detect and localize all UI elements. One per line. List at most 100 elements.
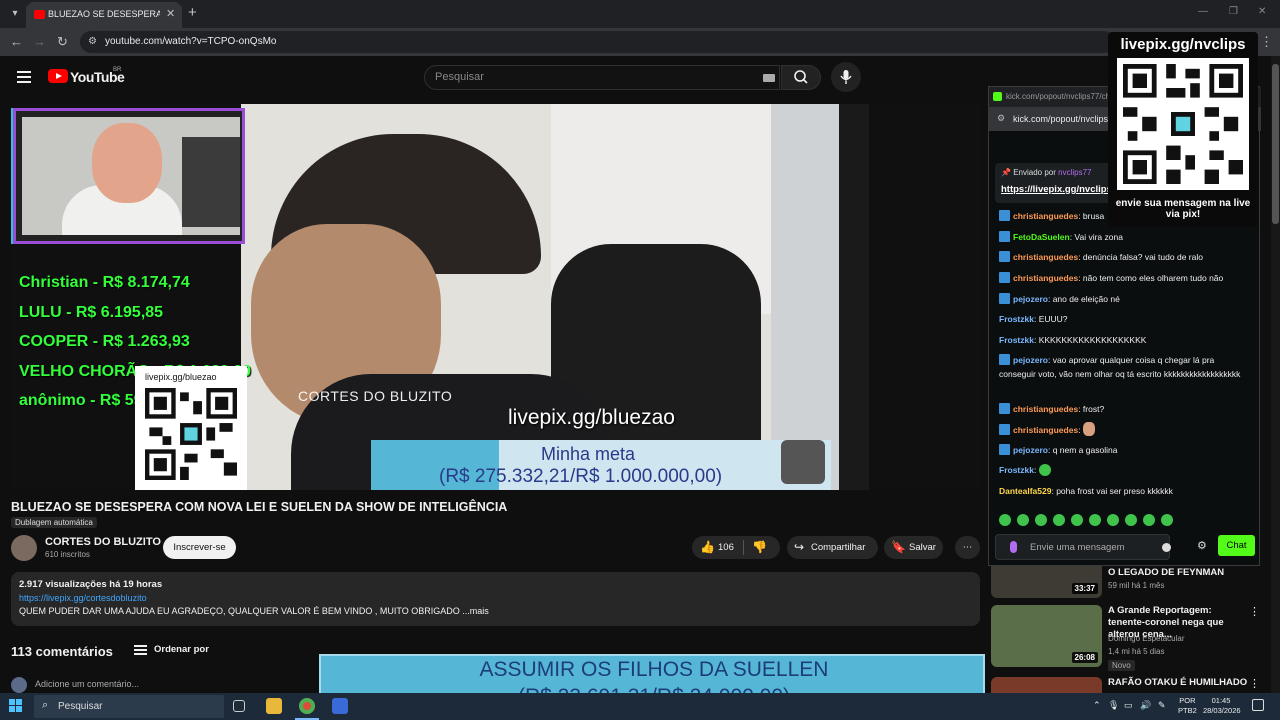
sort-button[interactable]: Ordenar por: [154, 644, 209, 655]
reload-icon[interactable]: ↻: [57, 34, 68, 50]
chat-send-button[interactable]: Chat: [1218, 535, 1255, 556]
chat-message-input[interactable]: Envie uma mensagem: [995, 534, 1171, 560]
emote-icon[interactable]: [1089, 514, 1101, 526]
chat-username[interactable]: pejozero: [1013, 294, 1048, 304]
subscribe-button[interactable]: Inscrever-se: [163, 536, 236, 559]
forward-icon[interactable]: →: [33, 34, 46, 49]
address-bar[interactable]: ⚙ youtube.com/watch?v=TCPO-onQsMo: [80, 31, 1115, 53]
restore-icon[interactable]: ❐: [1229, 6, 1238, 17]
recommendation-item[interactable]: RAFÃO OTAKU É HUMILHADO ⋮: [991, 677, 1271, 693]
chat-username[interactable]: Frostzkk: [999, 314, 1034, 324]
more-options-icon[interactable]: ⋮: [1249, 605, 1260, 618]
emote-icon[interactable]: [1161, 514, 1173, 526]
like-icon[interactable]: 👍: [700, 536, 715, 559]
youtube-logo-icon[interactable]: [48, 69, 68, 83]
clock[interactable]: 01:45 28/03/2026: [1203, 696, 1241, 716]
chat-username[interactable]: christianguedes: [1013, 211, 1078, 221]
emote-icon[interactable]: [1017, 514, 1029, 526]
window-close-icon[interactable]: ✕: [1258, 6, 1266, 17]
pinned-link[interactable]: https://livepix.gg/nvclips: [1001, 184, 1112, 195]
browser-menu-icon[interactable]: ⋮: [1260, 34, 1273, 50]
scrollbar-thumb[interactable]: [1272, 64, 1279, 224]
tab-search-icon[interactable]: ▾: [6, 5, 24, 23]
search-button[interactable]: [781, 65, 821, 90]
new-badge: Novo: [1108, 660, 1135, 671]
channel-avatar[interactable]: [11, 535, 37, 561]
chat-username[interactable]: pejozero: [1013, 355, 1048, 365]
emote-icon[interactable]: [1071, 514, 1083, 526]
browser-tab[interactable]: BLUEZAO SE DESESPERA COM NOVA LEI E SUEL…: [26, 2, 182, 28]
sort-icon[interactable]: [134, 645, 147, 655]
site-info-icon[interactable]: ⚙: [997, 113, 1005, 124]
search-input[interactable]: Pesquisar: [424, 65, 780, 90]
close-tab-icon[interactable]: ✕: [166, 7, 175, 20]
chat-username[interactable]: Frostzkk: [999, 465, 1034, 475]
taskbar-search-placeholder: Pesquisar: [58, 701, 103, 712]
save-button[interactable]: 🔖 Salvar: [884, 536, 943, 559]
more-options-icon[interactable]: ⋮: [1249, 677, 1260, 690]
like-count[interactable]: 106: [718, 536, 734, 559]
recommendation-meta: 1,4 mi há 5 dias: [1108, 647, 1165, 656]
chat-username[interactable]: christianguedes: [1013, 252, 1078, 262]
keyboard-icon[interactable]: [763, 74, 775, 82]
emote-icon[interactable]: [999, 514, 1011, 526]
new-tab-icon[interactable]: +: [188, 4, 197, 21]
site-info-icon[interactable]: ⚙: [88, 36, 100, 48]
show-hidden-icons[interactable]: ⌃: [1093, 700, 1101, 711]
input-language[interactable]: POR PTB2: [1178, 696, 1197, 716]
recommendation-item[interactable]: 26:08 A Grande Reportagem: tenente-coron…: [991, 605, 1271, 671]
chat-username[interactable]: christianguedes: [1013, 425, 1078, 435]
chrome-icon[interactable]: [299, 698, 315, 714]
chat-username[interactable]: FetoDaSuelen: [1013, 232, 1070, 242]
emote-icon[interactable]: [1125, 514, 1137, 526]
chat-message: pejozero: vao aprovar qualquer coisa q c…: [999, 354, 1241, 379]
video-player[interactable]: Christian - R$ 8.174,74 LULU - R$ 6.195,…: [11, 104, 981, 490]
network-icon[interactable]: ▭: [1124, 700, 1133, 711]
badge-icon: [999, 231, 1010, 242]
emote-icon[interactable]: [1143, 514, 1155, 526]
volume-icon[interactable]: 🔊: [1140, 700, 1151, 711]
chat-message: FetoDaSuelen: Vai vira zona: [999, 230, 1251, 244]
chat-username[interactable]: Dantealfa529: [999, 486, 1051, 496]
pen-icon[interactable]: ✎: [1158, 700, 1166, 711]
keyboard-layout: PTB2: [1178, 706, 1197, 715]
emoji-icon[interactable]: [1162, 543, 1171, 552]
chat-username[interactable]: christianguedes: [1013, 404, 1078, 414]
pinned-message[interactable]: 📌 Enviado por nvclips77 https://livepix.…: [995, 163, 1120, 203]
share-icon: ↪: [794, 540, 805, 554]
description-box[interactable]: 2.917 visualizações há 19 horas https://…: [11, 572, 980, 626]
minimize-icon[interactable]: —: [1198, 6, 1208, 17]
recommendation-title[interactable]: RAFÃO OTAKU É HUMILHADO: [1108, 677, 1248, 689]
share-button[interactable]: ↪ Compartilhar: [787, 536, 878, 559]
chat-message: Frostzkk:: [999, 463, 1251, 477]
subscriber-count: 610 inscritos: [45, 550, 90, 559]
emote-icon[interactable]: [1107, 514, 1119, 526]
dislike-icon[interactable]: 👎: [752, 536, 767, 559]
voice-search-button[interactable]: [831, 62, 861, 92]
recommendation-thumbnail[interactable]: [991, 677, 1102, 693]
chat-username[interactable]: Frostzkk: [999, 335, 1034, 345]
add-comment-input[interactable]: Adicione um comentário...: [35, 679, 139, 689]
description-link[interactable]: https://livepix.gg/cortesdobluzito: [19, 593, 147, 603]
badge-icon: [999, 293, 1010, 304]
back-icon[interactable]: ←: [10, 34, 23, 49]
menu-icon[interactable]: [17, 71, 31, 83]
recommendation-channel[interactable]: Domingo Espetacular: [1108, 634, 1184, 643]
channel-name[interactable]: CORTES DO BLUZITO: [45, 536, 161, 548]
task-view-icon[interactable]: [233, 700, 245, 712]
more-actions-icon[interactable]: ⋯: [955, 536, 980, 559]
emote-icon[interactable]: [1053, 514, 1065, 526]
emote-icon[interactable]: [1035, 514, 1047, 526]
chat-settings-icon[interactable]: ⚙: [1197, 539, 1207, 552]
chat-username[interactable]: pejozero: [1013, 445, 1048, 455]
microphone-icon[interactable]: 🎙: [1108, 700, 1119, 711]
file-explorer-icon[interactable]: [266, 698, 282, 714]
windows-start-icon[interactable]: [9, 699, 23, 713]
taskbar-search[interactable]: ⌕ Pesquisar: [34, 695, 224, 718]
recommendation-title[interactable]: O LEGADO DE FEYNMAN: [1108, 567, 1248, 579]
chat-username[interactable]: christianguedes: [1013, 273, 1078, 283]
notification-icon[interactable]: [1252, 699, 1264, 711]
recommendation-thumbnail[interactable]: 26:08: [991, 605, 1102, 667]
taskbar-app-icon[interactable]: [332, 698, 348, 714]
chat-text: ano de eleição né: [1052, 294, 1120, 304]
